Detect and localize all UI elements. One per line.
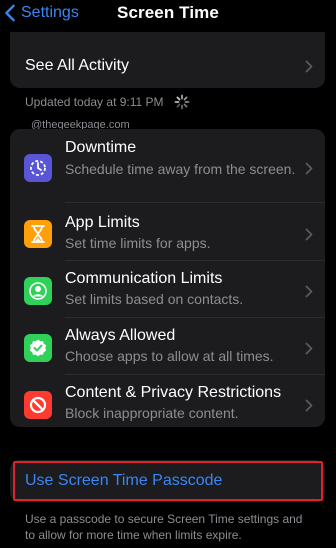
passcode-footer-text: Use a passcode to secure Screen Time set…: [25, 512, 303, 542]
communication-limits-title: Communication Limits: [65, 270, 223, 287]
downtime-icon: [24, 154, 52, 182]
see-all-activity-row[interactable]: See All Activity: [10, 32, 325, 88]
content-privacy-subtitle: Block inappropriate content.: [65, 405, 239, 421]
settings-row-content-privacy-restrictions[interactable]: Content & Privacy Restrictions Block ina…: [10, 374, 325, 427]
chevron-right-icon: [305, 342, 313, 355]
checkmark-badge-icon: [24, 334, 52, 362]
app-limits-title: App Limits: [65, 214, 140, 231]
downtime-subtitle: Schedule time away from the screen.: [65, 161, 296, 177]
chevron-right-icon: [305, 285, 313, 298]
settings-row-app-limits[interactable]: App Limits Set time limits for apps.: [10, 203, 325, 260]
hourglass-icon: [24, 220, 52, 248]
chevron-right-icon: [305, 399, 313, 412]
app-limits-subtitle: Set time limits for apps.: [65, 235, 211, 251]
last-updated-status: Updated today at 9:11 PM: [25, 94, 190, 110]
screen-time-settings-list: Downtime Schedule time away from the scr…: [10, 129, 325, 427]
content-privacy-title: Content & Privacy Restrictions: [65, 384, 282, 401]
last-updated-text: Updated today at 9:11 PM: [25, 95, 164, 109]
restriction-icon: [24, 391, 52, 419]
settings-row-communication-limits[interactable]: Communication Limits Set limits based on…: [10, 260, 325, 317]
always-allowed-title: Always Allowed: [65, 327, 176, 344]
chevron-right-icon: [305, 162, 313, 175]
always-allowed-subtitle: Choose apps to allow at all times.: [65, 348, 274, 364]
see-all-activity-label: See All Activity: [25, 57, 130, 74]
use-passcode-row[interactable]: Use Screen Time Passcode: [10, 460, 325, 502]
settings-row-downtime[interactable]: Downtime Schedule time away from the scr…: [10, 129, 325, 199]
chevron-right-icon: [305, 60, 313, 73]
downtime-title: Downtime: [65, 139, 137, 156]
page-title: Screen Time: [117, 3, 219, 22]
contact-icon: [24, 277, 52, 305]
communication-limits-subtitle: Set limits based on contacts.: [65, 291, 244, 307]
navigation-bar: Settings Screen Time: [0, 0, 336, 30]
use-passcode-button[interactable]: Use Screen Time Passcode: [25, 472, 222, 490]
chevron-right-icon: [305, 228, 313, 241]
loading-spinner-icon: [174, 94, 189, 110]
settings-row-always-allowed[interactable]: Always Allowed Choose apps to allow at a…: [10, 317, 325, 374]
